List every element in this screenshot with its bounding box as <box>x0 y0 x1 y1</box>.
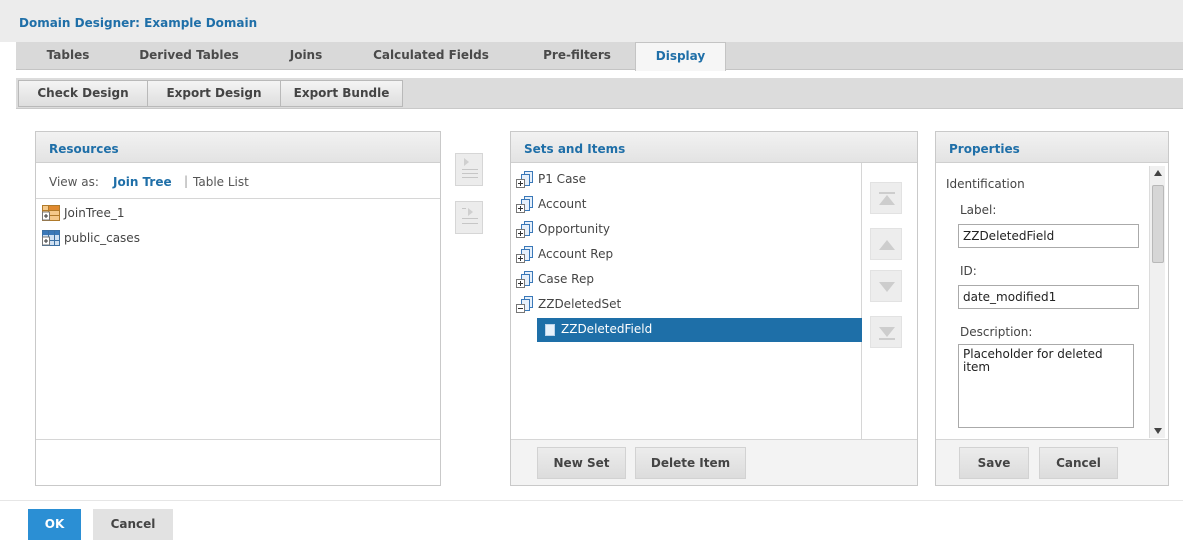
set-item-p1-case[interactable]: P1 Case <box>516 169 816 189</box>
export-bundle-button[interactable]: Export Bundle <box>280 80 403 107</box>
footer-divider <box>0 500 1183 501</box>
join-tree-link[interactable]: Join Tree <box>113 175 172 189</box>
set-collapsed-icon <box>516 221 533 238</box>
resource-item-public-cases[interactable]: public_cases <box>42 228 242 248</box>
view-separator: | <box>184 174 189 188</box>
scrollbar-thumb[interactable] <box>1152 185 1164 263</box>
move-up-icon <box>879 240 895 250</box>
set-item-opportunity[interactable]: Opportunity <box>516 219 816 239</box>
set-item-label: P1 Case <box>538 172 587 186</box>
move-up-button[interactable] <box>870 228 902 260</box>
view-as-bar: View as: Join Tree | Table List <box>36 163 440 199</box>
add-to-item-button[interactable] <box>455 201 483 234</box>
tab-pre-filters[interactable]: Pre-filters <box>526 42 628 70</box>
id-field[interactable] <box>958 285 1139 309</box>
scroll-down-icon <box>1154 428 1162 434</box>
label-caption: Label: <box>960 203 997 217</box>
new-set-button[interactable]: New Set <box>537 447 626 479</box>
properties-title: Properties <box>949 142 1020 156</box>
tab-joins[interactable]: Joins <box>276 42 336 70</box>
sets-arrow-divider <box>861 163 862 440</box>
tab-display[interactable]: Display <box>635 42 726 71</box>
view-as-label: View as: <box>49 175 99 189</box>
properties-save-button[interactable]: Save <box>959 447 1029 479</box>
move-to-bottom-button[interactable] <box>870 316 902 348</box>
tab-derived-tables[interactable]: Derived Tables <box>120 42 258 70</box>
resource-item-label: public_cases <box>64 231 140 245</box>
properties-scrollbar[interactable] <box>1149 166 1165 438</box>
resources-header: Resources <box>36 132 440 163</box>
scroll-up-icon <box>1154 170 1162 176</box>
tab-tables[interactable]: Tables <box>26 42 110 70</box>
description-field[interactable]: Placeholder for deleted item <box>958 344 1134 428</box>
description-caption: Description: <box>960 325 1033 339</box>
set-item-label: Account <box>538 197 587 211</box>
properties-section-label: Identification <box>946 177 1025 191</box>
label-field[interactable] <box>958 224 1139 248</box>
move-down-icon <box>879 282 895 292</box>
tab-bar: Tables Derived Tables Joins Calculated F… <box>16 42 1183 71</box>
designer-title: Domain Designer: Example Domain <box>19 16 258 30</box>
id-caption: ID: <box>960 264 977 278</box>
arrow-right-icon <box>468 208 473 216</box>
design-toolbar: Check Design Export Design Export Bundle <box>16 78 1183 109</box>
set-item-account-rep[interactable]: Account Rep <box>516 244 816 264</box>
delete-item-button[interactable]: Delete Item <box>635 447 746 479</box>
set-item-case-rep[interactable]: Case Rep <box>516 269 816 289</box>
move-top-icon <box>879 192 895 205</box>
resource-item-jointree[interactable]: JoinTree_1 <box>42 203 242 223</box>
move-to-top-button[interactable] <box>870 182 902 214</box>
join-tree-icon <box>42 205 60 221</box>
resources-title: Resources <box>49 142 119 156</box>
set-item-account[interactable]: Account <box>516 194 816 214</box>
set-item-label: Case Rep <box>538 272 594 286</box>
add-to-set-button[interactable] <box>455 153 483 186</box>
tab-calculated-fields[interactable]: Calculated Fields <box>356 42 506 70</box>
set-collapsed-icon <box>516 171 533 188</box>
arrow-right-icon <box>464 158 469 166</box>
sets-title: Sets and Items <box>524 142 626 156</box>
resources-footer-divider <box>36 439 440 440</box>
cancel-button[interactable]: Cancel <box>93 509 173 540</box>
table-icon <box>42 230 60 246</box>
set-item-label: Account Rep <box>538 247 614 261</box>
designer-title-bar: Domain Designer: Example Domain <box>0 0 1183 42</box>
sets-header: Sets and Items <box>511 132 917 163</box>
set-item-label: Opportunity <box>538 222 611 236</box>
check-design-button[interactable]: Check Design <box>18 80 148 107</box>
export-design-button[interactable]: Export Design <box>147 80 281 107</box>
ok-button[interactable]: OK <box>28 509 81 540</box>
selected-item-label: ZZDeletedField <box>561 322 653 336</box>
properties-header: Properties <box>936 132 1168 163</box>
move-bottom-icon <box>879 327 895 340</box>
set-item-label: ZZDeletedSet <box>538 297 622 311</box>
set-collapsed-icon <box>516 246 533 263</box>
field-icon <box>545 324 555 336</box>
set-collapsed-icon <box>516 196 533 213</box>
set-item-zzdeletedset[interactable]: ZZDeletedSet <box>516 294 816 314</box>
selected-item-row[interactable]: ZZDeletedField <box>537 318 862 342</box>
move-down-button[interactable] <box>870 270 902 302</box>
resources-panel: Resources View as: Join Tree | Table Lis… <box>35 131 441 486</box>
properties-cancel-button[interactable]: Cancel <box>1039 447 1118 479</box>
table-list-link[interactable]: Table List <box>193 175 249 189</box>
set-expanded-icon <box>516 296 533 313</box>
set-collapsed-icon <box>516 271 533 288</box>
resource-item-label: JoinTree_1 <box>64 206 125 220</box>
